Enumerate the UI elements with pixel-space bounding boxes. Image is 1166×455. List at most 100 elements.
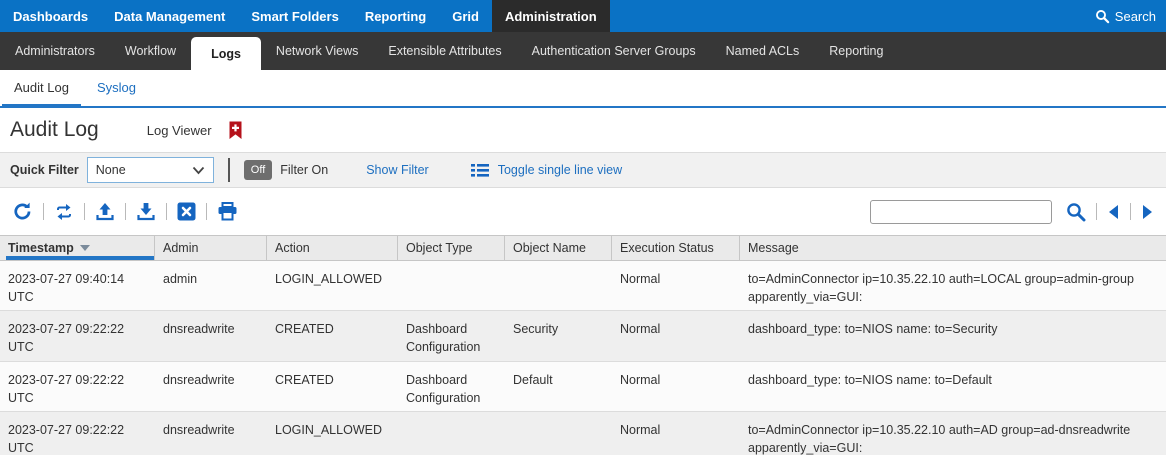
cell-object-name [505, 412, 612, 455]
topnav-item[interactable]: Dashboards [0, 0, 101, 32]
prev-page-button[interactable] [1103, 205, 1124, 219]
cell-timestamp: 2023-07-27 09:22:22 UTC [0, 311, 155, 360]
subnav-item[interactable]: Reporting [814, 32, 898, 70]
subnav-item[interactable]: Authentication Server Groups [517, 32, 711, 70]
refresh-button[interactable] [8, 201, 37, 222]
cell-timestamp: 2023-07-27 09:40:14 UTC [0, 261, 155, 310]
column-label: Object Type [406, 241, 472, 255]
global-search-button[interactable]: Search [1095, 0, 1156, 32]
table-search-button[interactable] [1062, 202, 1090, 222]
chevron-down-icon [192, 166, 205, 175]
column-header-message[interactable]: Message [740, 236, 1166, 260]
toolbar-separator [206, 203, 207, 220]
admin-sub-nav: Administrators Workflow Logs Network Vie… [0, 32, 1166, 70]
global-search-label: Search [1115, 9, 1156, 24]
log-view-tabs: Audit Log Syslog [0, 70, 1166, 108]
repeat-button[interactable] [50, 203, 78, 221]
column-header-action[interactable]: Action [267, 236, 398, 260]
search-icon [1066, 202, 1086, 222]
cell-timestamp: 2023-07-27 09:22:22 UTC [0, 412, 155, 455]
cell-message: dashboard_type: to=NIOS name: to=Default [740, 362, 1166, 411]
quick-filter-select[interactable]: None [87, 157, 214, 183]
table-search-input[interactable] [870, 200, 1052, 224]
bookmark-add-icon[interactable] [228, 121, 243, 140]
list-icon [471, 163, 489, 178]
refresh-icon [12, 201, 33, 222]
sorted-column-indicator [6, 256, 154, 260]
cell-object-name: Default [505, 362, 612, 411]
cell-object-name [505, 261, 612, 310]
column-label: Execution Status [620, 241, 714, 255]
column-label: Object Name [513, 241, 586, 255]
toolbar-separator [125, 203, 126, 220]
cell-object-name: Security [505, 311, 612, 360]
cell-admin: dnsreadwrite [155, 362, 267, 411]
upload-icon [95, 202, 115, 222]
toolbar-separator [1130, 203, 1131, 220]
cell-admin: dnsreadwrite [155, 412, 267, 455]
left-triangle-icon [1109, 205, 1118, 219]
topnav-item[interactable]: Administration [492, 0, 610, 32]
subnav-item[interactable]: Named ACLs [711, 32, 815, 70]
quick-filter-value: None [96, 163, 126, 177]
topnav-item[interactable]: Smart Folders [238, 0, 351, 32]
title-row: Audit Log Log Viewer [0, 108, 1166, 152]
toggle-single-line-view-link[interactable]: Toggle single line view [471, 163, 622, 178]
column-label: Admin [163, 241, 198, 255]
view-tab[interactable]: Audit Log [0, 80, 83, 106]
subnav-item[interactable]: Workflow [110, 32, 191, 70]
column-header-object-type[interactable]: Object Type [398, 236, 505, 260]
download-button[interactable] [132, 202, 160, 222]
cell-execution-status: Normal [612, 311, 740, 360]
cell-message: to=AdminConnector ip=10.35.22.10 auth=AD… [740, 412, 1166, 455]
column-header-admin[interactable]: Admin [155, 236, 267, 260]
top-nav: Dashboards Data Management Smart Folders… [0, 0, 1166, 32]
column-header-timestamp[interactable]: Timestamp [0, 236, 155, 260]
column-header-execution-status[interactable]: Execution Status [612, 236, 740, 260]
search-icon [1095, 9, 1110, 24]
toolbar-separator [84, 203, 85, 220]
view-tab[interactable]: Syslog [83, 80, 150, 106]
right-triangle-icon [1143, 205, 1152, 219]
table-row[interactable]: 2023-07-27 09:22:22 UTC dnsreadwrite CRE… [0, 361, 1166, 411]
quick-filter-label: Quick Filter [10, 163, 79, 177]
grid-toolbar [0, 188, 1166, 235]
filter-on-label: Filter On [280, 163, 328, 177]
cell-action: LOGIN_ALLOWED [267, 412, 398, 455]
topnav-item[interactable]: Data Management [101, 0, 238, 32]
cell-execution-status: Normal [612, 362, 740, 411]
upload-button[interactable] [91, 202, 119, 222]
filter-divider [228, 158, 230, 182]
cell-action: CREATED [267, 362, 398, 411]
sort-desc-icon [80, 245, 90, 251]
cell-admin: dnsreadwrite [155, 311, 267, 360]
quick-filter-bar: Quick Filter None Off Filter On Show Fil… [0, 152, 1166, 188]
filter-off-button[interactable]: Off [244, 160, 272, 180]
export-button[interactable] [173, 202, 200, 221]
table-row[interactable]: 2023-07-27 09:22:22 UTC dnsreadwrite CRE… [0, 310, 1166, 360]
repeat-icon [54, 203, 74, 221]
toolbar-right [870, 200, 1158, 224]
subnav-item[interactable]: Network Views [261, 32, 373, 70]
next-page-button[interactable] [1137, 205, 1158, 219]
table-row[interactable]: 2023-07-27 09:40:14 UTC admin LOGIN_ALLO… [0, 261, 1166, 310]
show-filter-link[interactable]: Show Filter [366, 163, 429, 177]
table-row[interactable]: 2023-07-27 09:22:22 UTC dnsreadwrite LOG… [0, 411, 1166, 455]
subnav-item[interactable]: Administrators [0, 32, 110, 70]
column-label: Timestamp [8, 241, 74, 255]
cell-timestamp: 2023-07-27 09:22:22 UTC [0, 362, 155, 411]
cell-execution-status: Normal [612, 261, 740, 310]
cell-object-type: Dashboard Configuration [398, 362, 505, 411]
toggle-single-line-view-label: Toggle single line view [498, 163, 622, 177]
cell-object-type [398, 412, 505, 455]
cell-action: LOGIN_ALLOWED [267, 261, 398, 310]
cell-execution-status: Normal [612, 412, 740, 455]
column-header-object-name[interactable]: Object Name [505, 236, 612, 260]
topnav-item[interactable]: Grid [439, 0, 492, 32]
topnav-item[interactable]: Reporting [352, 0, 439, 32]
subnav-item[interactable]: Extensible Attributes [373, 32, 516, 70]
print-button[interactable] [213, 202, 242, 221]
download-icon [136, 202, 156, 222]
subnav-item[interactable]: Logs [191, 37, 261, 70]
table-header: Timestamp Admin Action Object Type Objec… [0, 235, 1166, 261]
